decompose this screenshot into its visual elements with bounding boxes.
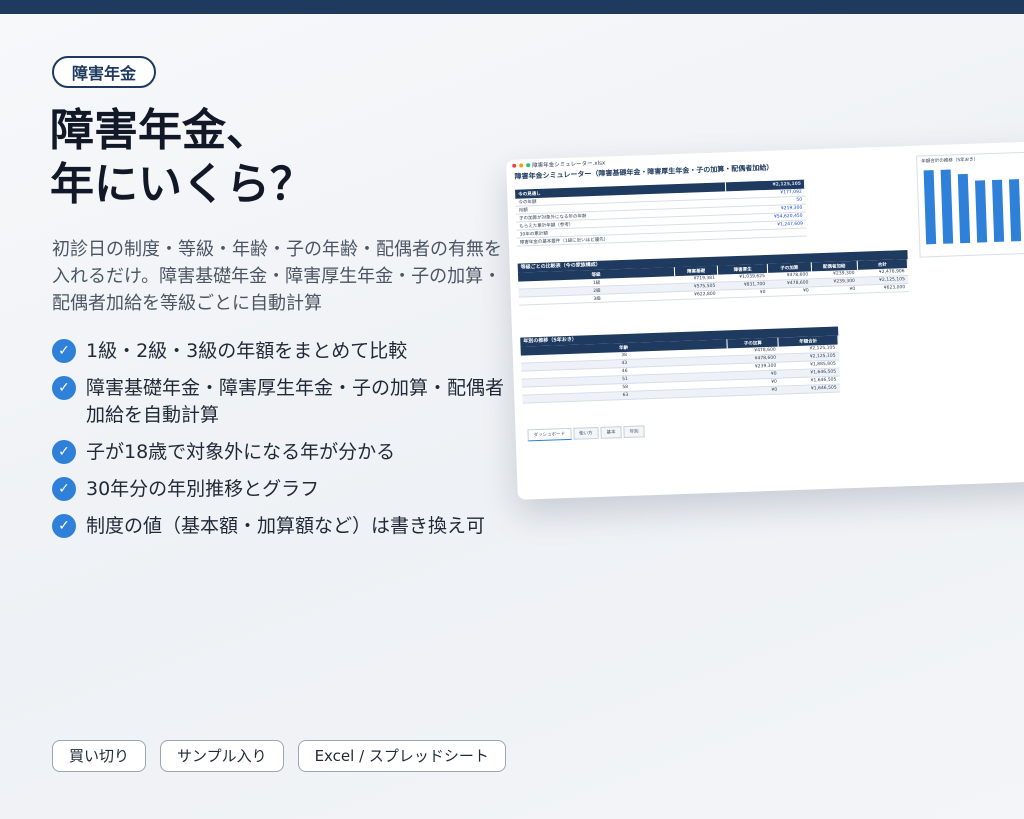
chart-bar — [975, 180, 988, 243]
sheet-tabs: ダッシュボード 使い方 基本 年別 — [527, 425, 645, 442]
page-title: 障害年金、 年にいくら？ — [50, 104, 314, 212]
feature-text: 30年分の年別推移とグラフ — [86, 478, 320, 500]
title-line: 年にいくら？ — [50, 159, 314, 210]
sheet-tab-dashboard: ダッシュボード — [527, 427, 572, 442]
feature-text: 制度の値（基本額・加算額など）は書き換え可 — [86, 515, 486, 537]
tag-sample-included: サンプル入り — [160, 740, 284, 772]
summary-value — [727, 228, 807, 239]
description: 初診日の制度・等級・年齢・子の年齢・配偶者の有無を入れるだけ。障害基礎年金・障害… — [52, 239, 502, 314]
minimize-dot-icon — [519, 163, 524, 168]
summary-block: 今の見通し ¥2,125,105 今の年額 ¥177,092 月額 50 子の加算が対… — [515, 179, 807, 247]
check-circle-icon: ✓ — [52, 477, 76, 501]
compare-block: 等級ごとの比較表（今の家族構成） 等級 障害基礎 障害厚生 子の加算 配偶者加給… — [517, 250, 909, 306]
feature-text: 障害基礎年金・障害厚生年金・子の加算・配偶者加給を自動計算 — [86, 377, 505, 426]
cell: ¥623,000 — [858, 283, 909, 294]
feature-item: ✓ 制度の値（基本額・加算額など）は書き換え可 — [52, 513, 512, 540]
feature-text: 1級・2級・3級の年額をまとめて比較 — [86, 340, 408, 362]
check-circle-icon: ✓ — [52, 376, 76, 400]
trend-chart: 年額合計の推移（5年おき） — [916, 151, 1024, 258]
chart-bar — [1008, 178, 1022, 242]
cell: ¥1,646,505 — [780, 383, 840, 395]
cell: ¥622,800 — [675, 290, 719, 300]
chart-title: 年額合計の推移（5年おき） — [921, 157, 979, 165]
check-circle-icon: ✓ — [52, 440, 76, 464]
feature-item: ✓ 子が18歳で対象外になる年が分かる — [52, 439, 512, 466]
yearly-table: 年齢 子の加算 年額合計 38 ¥478,600 ¥2,125,105 43 ¥478… — [520, 335, 841, 404]
summary-table: 今の見通し ¥2,125,105 今の年額 ¥177,092 月額 50 子の加算が対… — [515, 179, 807, 247]
sheet-tab-howto: 使い方 — [572, 426, 599, 440]
cell: ¥0 — [718, 288, 769, 299]
tag-one-time-purchase: 買い切り — [52, 740, 147, 772]
file-name: 障害年金シミュレーター.xlsx — [532, 160, 606, 170]
maximize-dot-icon — [526, 163, 531, 168]
chart-bar — [957, 174, 971, 244]
cell: ¥0 — [768, 286, 812, 297]
sheet-tab-yearly: 年別 — [623, 425, 645, 439]
chart-bar — [991, 179, 1005, 242]
chart-bar — [923, 170, 937, 245]
check-circle-icon: ✓ — [52, 339, 76, 363]
feature-list: ✓ 1級・2級・3級の年額をまとめて比較 ✓ 障害基礎年金・障害厚生年金・子の加算・… — [52, 338, 512, 550]
cell: ¥0 — [728, 386, 781, 396]
cell: ¥0 — [811, 285, 859, 295]
close-dot-icon — [512, 163, 517, 168]
spreadsheet-screenshot: 障害年金シミュレーター.xlsx 障害年金シミュレーター（障害基礎年金・障害厚生… — [506, 141, 1024, 500]
tag-list: 買い切り サンプル入り Excel / スプレッドシート — [52, 740, 506, 772]
feature-text: 子が18歳で対象外になる年が分かる — [86, 441, 396, 463]
chart-bar — [940, 169, 954, 244]
yearly-block: 年別の推移（5年おき） 年齢 子の加算 年額合計 38 ¥478,600 ¥2,12… — [520, 326, 841, 404]
window-controls — [512, 163, 531, 168]
check-circle-icon: ✓ — [52, 514, 76, 538]
title-line: 障害年金、 — [50, 105, 270, 156]
tag-format: Excel / スプレッドシート — [297, 740, 506, 772]
feature-item: ✓ 1級・2級・3級の年額をまとめて比較 — [52, 338, 512, 365]
top-accent-bar — [0, 0, 1024, 14]
sheet-tab-basic: 基本 — [600, 426, 622, 439]
feature-item: ✓ 障害基礎年金・障害厚生年金・子の加算・配偶者加給を自動計算 — [52, 375, 512, 429]
category-badge: 障害年金 — [52, 56, 157, 88]
feature-item: ✓ 30年分の年別推移とグラフ — [52, 476, 512, 503]
